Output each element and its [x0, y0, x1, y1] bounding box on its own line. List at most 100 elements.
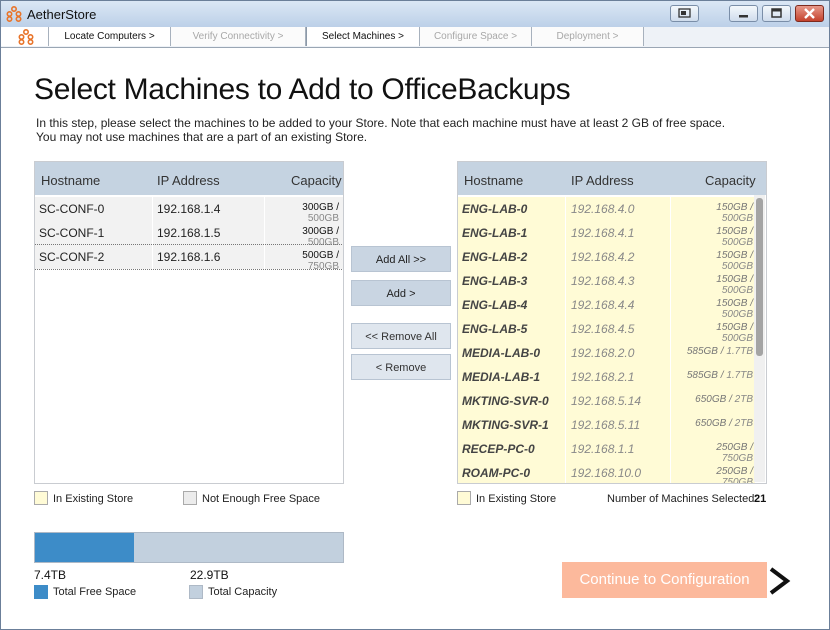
hostname-cell: SC-CONF-0 — [39, 202, 105, 216]
column-divider — [670, 293, 671, 317]
available-hostname-header[interactable]: Hostname — [41, 173, 100, 188]
tab-configure-space: Configure Space > — [420, 27, 532, 46]
ip-cell: 192.168.4.2 — [571, 250, 635, 264]
column-divider — [565, 461, 566, 483]
column-divider — [670, 197, 671, 221]
selected-list-scrollbar[interactable] — [754, 195, 765, 482]
capacity-used: 150GB — [716, 322, 748, 333]
capacity-separator: / — [747, 322, 753, 333]
scrollbar-thumb[interactable] — [756, 198, 763, 356]
column-divider — [670, 365, 671, 389]
column-divider — [565, 341, 566, 365]
ip-cell: 192.168.2.1 — [571, 370, 635, 384]
ip-cell: 192.168.4.5 — [571, 322, 635, 336]
capacity-separator: / — [747, 226, 753, 237]
table-row[interactable]: ENG-LAB-0 192.168.4.0 150GB / 500GB — [458, 197, 755, 224]
table-row[interactable]: ENG-LAB-2 192.168.4.2 150GB / 500GB — [458, 245, 755, 272]
capacity-separator: / — [747, 202, 753, 213]
hostname-cell: ENG-LAB-4 — [462, 298, 528, 312]
minimize-button[interactable] — [729, 5, 758, 22]
capacity-used: 300GB — [302, 202, 334, 213]
table-row[interactable]: ENG-LAB-4 192.168.4.4 150GB / 500GB — [458, 293, 755, 320]
tab-select-machines[interactable]: Select Machines > — [306, 27, 420, 46]
ip-cell: 192.168.4.1 — [571, 226, 635, 240]
chevron-right-icon[interactable] — [768, 567, 792, 595]
capacity-cell: 585GB / 1.7TB — [683, 346, 753, 357]
hostname-cell: MKTING-SVR-1 — [462, 418, 549, 432]
ip-cell: 192.168.4.4 — [571, 298, 635, 312]
continue-button[interactable]: Continue to Configuration — [562, 562, 767, 598]
capacity-cell: 650GB / 2TB — [683, 394, 753, 405]
hostname-cell: ENG-LAB-2 — [462, 250, 528, 264]
aetherstore-logo-icon — [6, 6, 22, 22]
legend-existing-store-label-right: In Existing Store — [476, 493, 557, 505]
capacity-used: 650GB — [695, 394, 727, 405]
tab-verify-connectivity: Verify Connectivity > — [171, 27, 306, 46]
table-row[interactable]: SC-CONF-0 192.168.1.4 300GB / 500GB — [35, 197, 343, 224]
capacity-cell: 250GB / 750GB — [683, 466, 753, 483]
capacity-used: 650GB — [695, 418, 727, 429]
hostname-cell: ROAM-PC-0 — [462, 466, 530, 480]
capacity-separator: / — [726, 418, 735, 429]
capacity-separator: / — [747, 298, 753, 309]
page-title: Select Machines to Add to OfficeBackups — [34, 73, 571, 106]
aetherstore-small-logo-icon — [18, 29, 34, 45]
available-capacity-header[interactable]: Capacity — [291, 173, 342, 188]
column-divider — [670, 341, 671, 365]
capacity-cell: 500GB / 750GB — [269, 250, 339, 272]
tab-locate-computers[interactable]: Locate Computers > — [49, 27, 171, 46]
available-ip-header[interactable]: IP Address — [157, 173, 220, 188]
table-row[interactable]: ENG-LAB-5 192.168.4.5 150GB / 500GB — [458, 317, 755, 344]
restore-extra-button[interactable] — [670, 5, 699, 22]
table-row[interactable]: ENG-LAB-1 192.168.4.1 150GB / 500GB — [458, 221, 755, 248]
capacity-separator: / — [747, 250, 753, 261]
ip-cell: 192.168.1.1 — [571, 442, 635, 456]
add-all-button[interactable]: Add All >> — [351, 246, 451, 272]
table-row[interactable]: ROAM-PC-0 192.168.10.0 250GB / 750GB — [458, 461, 755, 483]
close-icon — [804, 8, 815, 19]
description-line-2: You may not use machines that are a part… — [36, 130, 368, 144]
capacity-used: 250GB — [716, 466, 748, 477]
capacity-total: 2TB — [734, 418, 753, 429]
add-button[interactable]: Add > — [351, 280, 451, 306]
table-row[interactable]: RECEP-PC-0 192.168.1.1 250GB / 750GB — [458, 437, 755, 464]
table-row[interactable]: MEDIA-LAB-0 192.168.2.0 585GB / 1.7TB — [458, 341, 755, 365]
capacity-used: 150GB — [716, 274, 748, 285]
free-space-value: 7.4TB — [34, 568, 67, 582]
table-row[interactable]: ENG-LAB-3 192.168.4.3 150GB / 500GB — [458, 269, 755, 296]
ip-cell: 192.168.1.5 — [157, 226, 221, 240]
legend-not-enough-space-swatch — [183, 491, 197, 505]
maximize-icon — [771, 8, 782, 18]
selected-hostname-header[interactable]: Hostname — [464, 173, 523, 188]
capacity-cell: 585GB / 1.7TB — [683, 370, 753, 381]
title-bar[interactable]: AetherStore — [1, 1, 829, 27]
capacity-separator: / — [333, 250, 339, 261]
legend-not-enough-space-label: Not Enough Free Space — [202, 493, 321, 505]
close-button[interactable] — [795, 5, 824, 22]
capacity-used: 150GB — [716, 250, 748, 261]
column-divider — [670, 317, 671, 341]
capacity-separator: / — [747, 274, 753, 285]
capacity-separator: / — [747, 442, 753, 453]
selected-machines-list[interactable]: Hostname IP Address Capacity ENG-LAB-0 19… — [457, 161, 767, 484]
table-row[interactable]: SC-CONF-1 192.168.1.5 300GB / 500GB — [35, 221, 343, 248]
selected-capacity-header[interactable]: Capacity — [705, 173, 756, 188]
column-divider — [264, 245, 265, 269]
ip-cell: 192.168.10.0 — [571, 466, 642, 480]
column-divider — [152, 221, 153, 245]
available-machines-list[interactable]: Hostname IP Address Capacity SC-CONF-0 19… — [34, 161, 344, 484]
hostname-cell: RECEP-PC-0 — [462, 442, 535, 456]
maximize-button[interactable] — [762, 5, 791, 22]
remove-all-button[interactable]: << Remove All — [351, 323, 451, 349]
remove-button[interactable]: < Remove — [351, 354, 451, 380]
table-row[interactable]: MKTING-SVR-1 192.168.5.11 650GB / 2TB — [458, 413, 755, 437]
table-row[interactable]: MKTING-SVR-0 192.168.5.14 650GB / 2TB — [458, 389, 755, 413]
capacity-total: 1.7TB — [726, 370, 753, 381]
total-capacity-value: 22.9TB — [190, 568, 229, 582]
table-row[interactable]: MEDIA-LAB-1 192.168.2.1 585GB / 1.7TB — [458, 365, 755, 389]
selected-ip-header[interactable]: IP Address — [571, 173, 634, 188]
capacity-used: 150GB — [716, 226, 748, 237]
table-row[interactable]: SC-CONF-2 192.168.1.6 500GB / 750GB — [35, 244, 343, 272]
hostname-cell: SC-CONF-2 — [39, 250, 105, 264]
column-divider — [565, 221, 566, 245]
